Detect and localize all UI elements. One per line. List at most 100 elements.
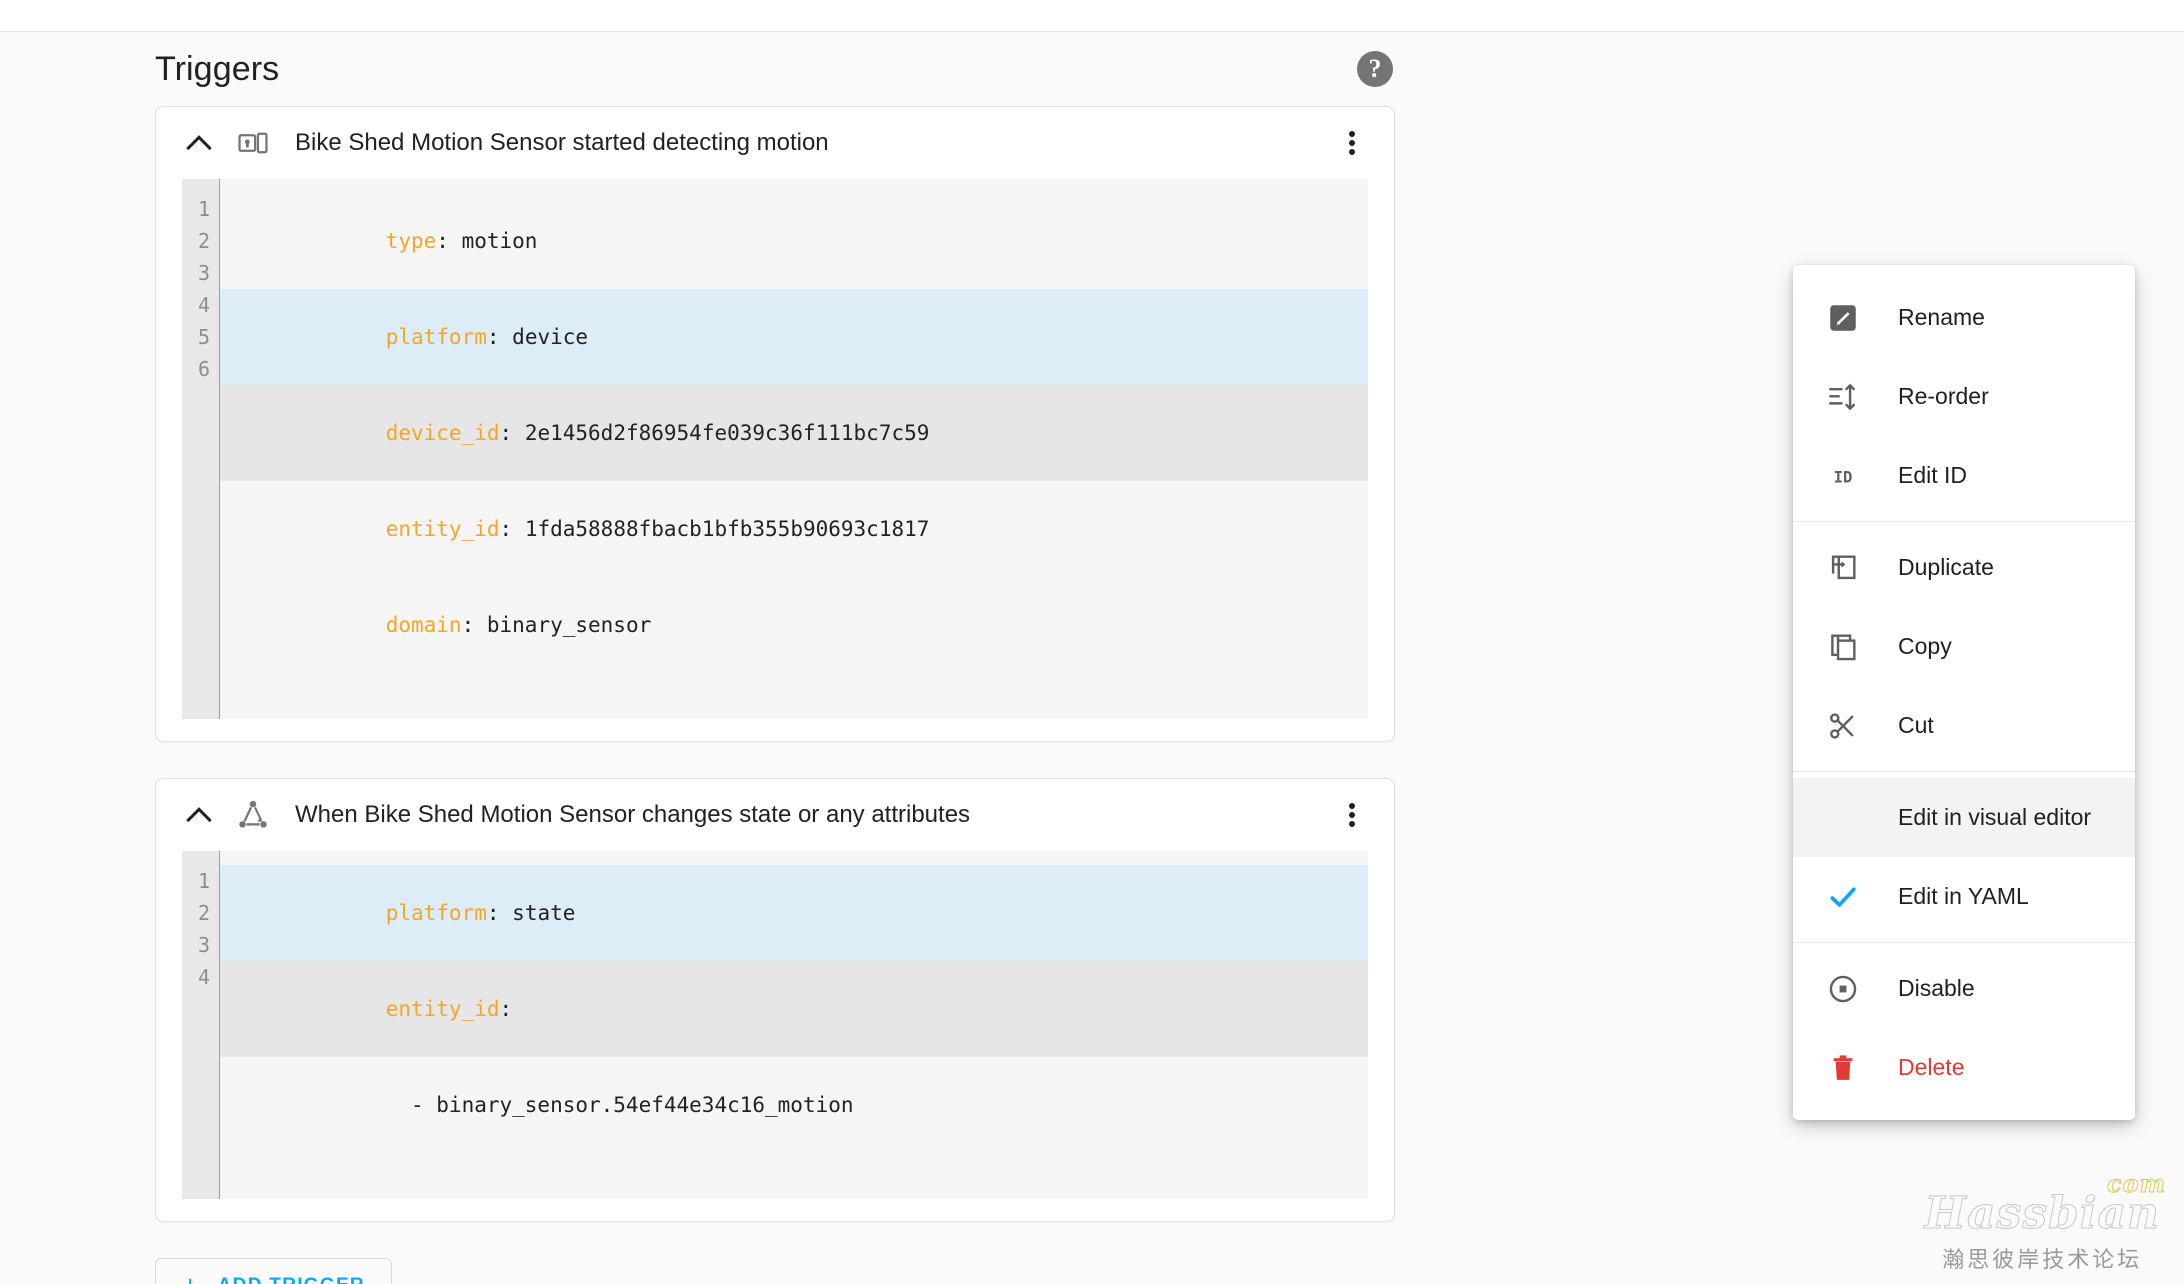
dot: [1349, 140, 1355, 146]
dot: [1349, 812, 1355, 818]
menu-item-label: Edit in YAML: [1898, 883, 2029, 909]
disable-circle-icon: [1826, 972, 1860, 1006]
yaml-code-lines: platform: state entity_id: - binary_sens…: [220, 851, 1368, 1199]
menu-item-label: Edit in visual editor: [1898, 804, 2092, 830]
yaml-value: device: [499, 325, 589, 349]
trash-icon: [1826, 1051, 1860, 1085]
menu-item-disable[interactable]: Disable: [1793, 949, 2135, 1028]
line-number: 2: [197, 901, 210, 925]
menu-item-cut[interactable]: Cut: [1793, 686, 2135, 765]
site-watermark: Hassbian com 瀚思彼岸技术论坛: [1924, 1171, 2166, 1274]
chevron-up-icon[interactable]: [184, 128, 214, 158]
line-number: 3: [197, 933, 210, 957]
trigger-card: Bike Shed Motion Sensor started detectin…: [155, 106, 1395, 742]
line-number-gutter: 1 2 3 4: [182, 851, 220, 1199]
line-number: 4: [197, 293, 210, 317]
yaml-colon: :: [499, 517, 513, 541]
yaml-value: 2e1456d2f86954fe039c36f111bc7c59: [512, 421, 930, 445]
trigger-title: When Bike Shed Motion Sensor changes sta…: [295, 801, 971, 828]
yaml-value: binary_sensor: [474, 613, 652, 637]
yaml-colon: :: [486, 325, 500, 349]
menu-item-reorder[interactable]: Re-order: [1793, 357, 2135, 436]
yaml-editor[interactable]: 1 2 3 4 platform: state entity_id: - bin…: [182, 851, 1368, 1199]
yaml-colon: :: [499, 997, 513, 1021]
line-number: 1: [197, 197, 210, 221]
yaml-key: platform: [385, 901, 487, 925]
editor-content: Triggers ? Bike Shed Motion Sensor start…: [155, 33, 2035, 1284]
plus-icon: +: [182, 1272, 200, 1284]
menu-divider: [1793, 942, 2135, 943]
yaml-value: state: [499, 901, 576, 925]
menu-item-label: Delete: [1898, 1054, 1965, 1080]
reorder-icon: [1826, 380, 1860, 414]
menu-item-label: Copy: [1898, 633, 1952, 659]
yaml-line: type: motion: [220, 193, 1368, 289]
add-trigger-label: ADD TRIGGER: [218, 1275, 365, 1284]
line-number: 2: [197, 229, 210, 253]
scissors-icon: [1826, 709, 1860, 743]
menu-item-label: Disable: [1898, 975, 1975, 1001]
yaml-value: - binary_sensor.54ef44e34c16_motion: [385, 1093, 854, 1117]
yaml-colon: :: [499, 421, 513, 445]
add-trigger-button[interactable]: + ADD TRIGGER: [155, 1258, 392, 1284]
yaml-key: entity_id: [385, 517, 500, 541]
menu-item-edit-id[interactable]: ID Edit ID: [1793, 436, 2135, 515]
menu-item-duplicate[interactable]: Duplicate: [1793, 528, 2135, 607]
yaml-line: [220, 673, 1368, 705]
help-icon-triggers[interactable]: ?: [1357, 51, 1393, 87]
id-icon: ID: [1826, 459, 1860, 493]
trigger-card: When Bike Shed Motion Sensor changes sta…: [155, 778, 1395, 1222]
watermark-tld: com: [2106, 1169, 2166, 1198]
line-number: 1: [197, 869, 210, 893]
yaml-colon: :: [436, 229, 449, 253]
yaml-value: motion: [448, 229, 538, 253]
yaml-colon: :: [486, 901, 500, 925]
yaml-key: domain: [385, 613, 462, 637]
yaml-key: device_id: [385, 421, 500, 445]
copy-icon: [1826, 630, 1860, 664]
yaml-key: type: [385, 229, 437, 253]
line-number: 6: [197, 357, 210, 381]
dot: [1349, 803, 1355, 809]
yaml-line: platform: device: [220, 289, 1368, 385]
triggers-section-header: Triggers ?: [155, 33, 2035, 105]
page-title-triggers: Triggers: [155, 50, 280, 88]
blank-icon: [1826, 801, 1860, 835]
menu-item-edit-in-yaml[interactable]: Edit in YAML: [1793, 857, 2135, 936]
menu-item-rename[interactable]: Rename: [1793, 278, 2135, 357]
duplicate-icon: [1826, 551, 1860, 585]
trigger-context-menu: Rename Re-order ID Edit ID Duplicate Cop…: [1793, 265, 2135, 1120]
yaml-key: platform: [385, 325, 487, 349]
yaml-line: entity_id:: [220, 961, 1368, 1057]
state-trigger-icon: [236, 798, 270, 832]
trigger-overflow-menu-button[interactable]: [1332, 123, 1372, 163]
menu-item-label: Cut: [1898, 712, 1934, 738]
menu-divider: [1793, 521, 2135, 522]
automation-editor-page: Triggers ? Bike Shed Motion Sensor start…: [0, 33, 2184, 1284]
menu-item-copy[interactable]: Copy: [1793, 607, 2135, 686]
line-number: 4: [197, 965, 210, 989]
yaml-editor[interactable]: 1 2 3 4 5 6 type: motion platform: devic…: [182, 179, 1368, 719]
line-number: 5: [197, 325, 210, 349]
yaml-line: domain: binary_sensor: [220, 577, 1368, 673]
yaml-line: device_id: 2e1456d2f86954fe039c36f111bc7…: [220, 385, 1368, 481]
menu-item-edit-in-visual-editor[interactable]: Edit in visual editor: [1793, 778, 2135, 857]
trigger-overflow-menu-button[interactable]: [1332, 795, 1372, 835]
trigger-title: Bike Shed Motion Sensor started detectin…: [295, 129, 829, 156]
menu-item-label: Re-order: [1898, 383, 1989, 409]
svg-text:ID: ID: [1834, 468, 1853, 486]
dot: [1349, 131, 1355, 137]
chevron-up-icon[interactable]: [184, 800, 214, 830]
menu-item-delete[interactable]: Delete: [1793, 1028, 2135, 1107]
device-motion-icon: [236, 126, 270, 160]
menu-divider: [1793, 771, 2135, 772]
dot: [1349, 821, 1355, 827]
menu-item-label: Rename: [1898, 304, 1985, 330]
line-number: 3: [197, 261, 210, 285]
check-icon: [1826, 880, 1860, 914]
trigger-card-header[interactable]: Bike Shed Motion Sensor started detectin…: [156, 107, 1394, 179]
line-number-gutter: 1 2 3 4 5 6: [182, 179, 220, 719]
menu-item-label: Duplicate: [1898, 554, 1994, 580]
trigger-card-header[interactable]: When Bike Shed Motion Sensor changes sta…: [156, 779, 1394, 851]
yaml-line: entity_id: 1fda58888fbacb1bfb355b90693c1…: [220, 481, 1368, 577]
